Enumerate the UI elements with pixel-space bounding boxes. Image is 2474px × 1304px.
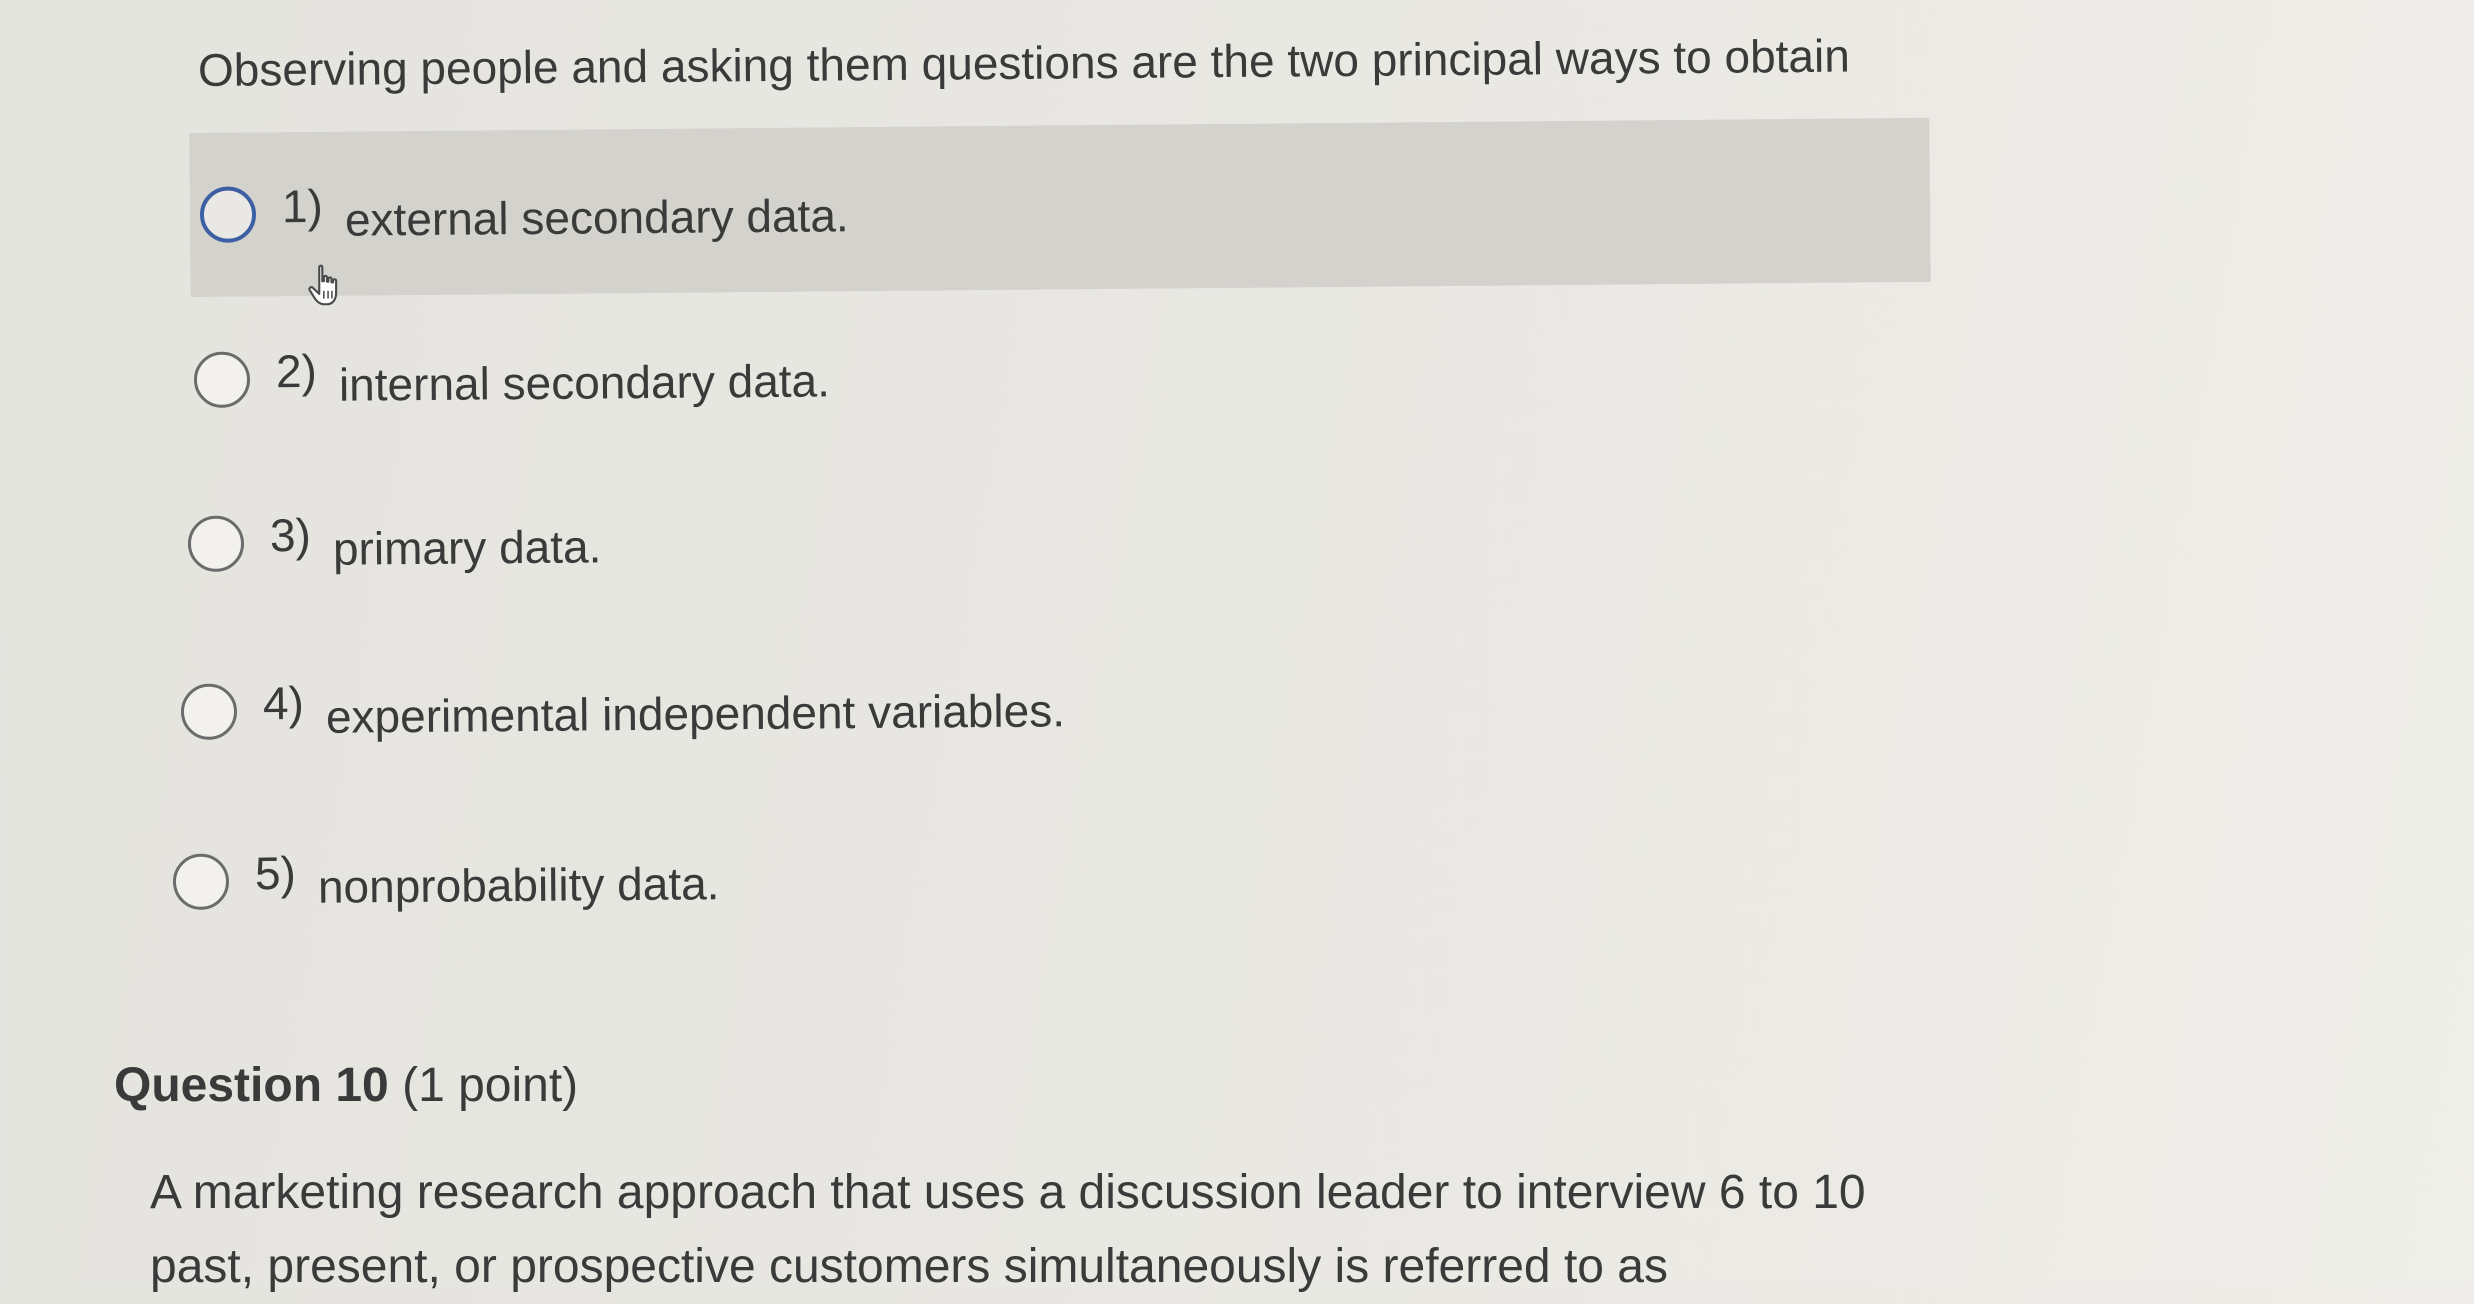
option-3-label: primary data. [332,520,602,575]
option-5-number: 5) [254,846,297,900]
radio-button-1[interactable] [199,186,257,243]
question-10-title: Question 10 (1 point) [114,1056,578,1116]
radio-button-5[interactable] [172,853,230,910]
option-4-label: experimental independent variables. [325,684,1066,743]
radio-button-4[interactable] [180,683,238,740]
question-10-text: A marketing research approach that uses … [150,1156,1950,1304]
option-4-number: 4) [262,676,305,730]
option-3[interactable]: 3) primary data. [187,500,602,584]
option-2-number: 2) [275,344,318,398]
option-1-number: 1) [281,179,324,233]
option-1[interactable]: 1) external secondary data. [189,117,1931,297]
quiz-page: Observing people and asking them questio… [0,0,2474,1293]
option-3-number: 3) [269,508,312,562]
question-10-text-line-2: past, present, or prospective customers … [150,1240,1668,1293]
question-9-text: Observing people and asking them questio… [197,29,1851,96]
option-1-label: external secondary data. [344,189,849,246]
question-10-points: (1 point) [402,1059,579,1112]
option-5-label: nonprobability data. [317,857,720,913]
radio-button-2[interactable] [193,351,251,408]
question-10-label: Question 10 [114,1059,389,1112]
option-4[interactable]: 4) experimental independent variables. [180,664,1066,752]
option-2[interactable]: 2) internal secondary data. [193,334,831,420]
option-5[interactable]: 5) nonprobability data. [172,837,720,922]
hand-pointer-icon [308,264,338,306]
option-2-label: internal secondary data. [338,354,831,411]
question-10-text-line-1: A marketing research approach that uses … [150,1166,1866,1219]
radio-button-3[interactable] [187,515,245,572]
